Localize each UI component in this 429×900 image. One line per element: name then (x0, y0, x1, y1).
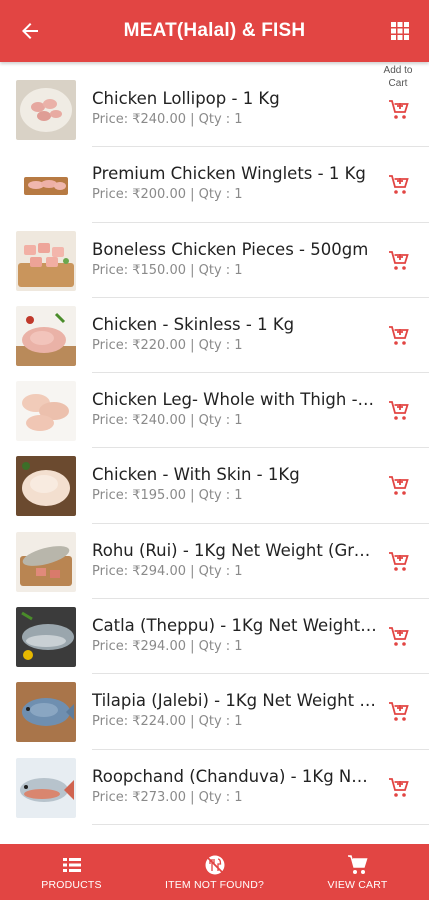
back-arrow-icon[interactable] (18, 19, 42, 43)
product-row[interactable]: Chicken Lollipop - 1 Kg Price: ₹240.00 |… (0, 72, 429, 148)
product-price-qty: Price: ₹224.00 | Qty : 1 (92, 714, 243, 730)
product-image-chicken-winglets (16, 155, 76, 216)
list-icon (62, 857, 81, 872)
product-image-catla-fish (16, 607, 76, 668)
product-name: Premium Chicken Winglets - 1 Kg (92, 164, 366, 184)
product-image-roopchand-fish (16, 757, 76, 818)
product-price-qty: Price: ₹240.00 | Qty : 1 (92, 112, 243, 127)
cart-icon (347, 854, 368, 874)
add-to-cart-icon[interactable] (387, 173, 411, 197)
grid-icon[interactable] (390, 21, 410, 41)
nav-products[interactable]: PRODUCTS (0, 844, 143, 900)
product-name: Catla (Theppu) - 1Kg Net Weight (G... (92, 616, 377, 636)
product-price-qty: Price: ₹150.00 | Qty : 1 (92, 262, 243, 278)
product-name: Rohu (Rui) - 1Kg Net Weight (Gross ... (92, 540, 377, 560)
add-to-cart-icon[interactable] (387, 399, 411, 423)
product-row[interactable]: Chicken - Skinless - 1 Kg Price: ₹220.00… (0, 298, 429, 374)
no-food-icon (205, 855, 224, 874)
product-price-qty: Price: ₹273.00 | Qty : 1 (92, 789, 243, 805)
product-row[interactable]: Chicken - With Skin - 1Kg Price: ₹195.00… (0, 448, 429, 524)
product-price-qty: Price: ₹195.00 | Qty : 1 (92, 488, 243, 504)
product-name: Boneless Chicken Pieces - 500gm (92, 239, 369, 259)
app-header: MEAT(Halal) & FISH (0, 0, 429, 62)
product-name: Chicken - Skinless - 1 Kg (92, 314, 295, 334)
product-price-qty: Price: ₹200.00 | Qty : 1 (92, 187, 243, 203)
product-price-qty: Price: ₹220.00 | Qty : 1 (92, 337, 243, 353)
product-row[interactable]: Rohu (Rui) - 1Kg Net Weight (Gross ... P… (0, 524, 429, 600)
add-to-cart-icon[interactable] (387, 249, 411, 273)
nav-item-not-found-label: ITEM NOT FOUND? (164, 878, 265, 891)
product-name: Chicken Lollipop - 1 Kg (92, 89, 280, 108)
add-to-cart-icon[interactable] (387, 700, 411, 724)
product-image-boneless-chicken (16, 230, 76, 291)
product-price-qty: Price: ₹294.00 | Qty : 1 (92, 563, 243, 579)
product-row[interactable]: Premium Chicken Winglets - 1 Kg Price: ₹… (0, 147, 429, 223)
product-name: Tilapia (Jalebi) - 1Kg Net Weight (G... (92, 691, 377, 711)
product-row[interactable]: Catla (Theppu) - 1Kg Net Weight (G... Pr… (0, 599, 429, 675)
nav-products-label: PRODUCTS (41, 878, 102, 891)
add-to-cart-icon[interactable] (387, 324, 411, 348)
product-name: Chicken Leg- Whole with Thigh - 1 ... (92, 390, 377, 410)
add-to-cart-icon[interactable] (387, 625, 411, 649)
product-image-rohu-fish (16, 531, 76, 592)
add-to-cart-icon[interactable] (387, 550, 411, 574)
bottom-navigation: PRODUCTS ITEM NOT FOUND? VIEW CART (0, 844, 429, 900)
product-image-chicken-with-skin (16, 456, 76, 517)
product-image-chicken-skinless (16, 305, 76, 366)
product-image-chicken-lollipop (16, 80, 76, 140)
product-name: Chicken - With Skin - 1Kg (92, 465, 300, 485)
add-to-cart-icon[interactable] (387, 98, 411, 122)
row-divider (92, 823, 429, 825)
product-list: Chicken Lollipop - 1 Kg Price: ₹240.00 |… (0, 72, 429, 825)
nav-item-not-found[interactable]: ITEM NOT FOUND? (143, 844, 286, 900)
product-row[interactable]: Tilapia (Jalebi) - 1Kg Net Weight (G... … (0, 674, 429, 750)
nav-view-cart[interactable]: VIEW CART (286, 844, 429, 900)
product-row[interactable]: Boneless Chicken Pieces - 500gm Price: ₹… (0, 223, 429, 298)
product-image-chicken-leg (16, 381, 76, 442)
nav-view-cart-label: VIEW CART (327, 878, 388, 891)
product-row[interactable]: Chicken Leg- Whole with Thigh - 1 ... Pr… (0, 373, 429, 449)
product-row[interactable]: Roopchand (Chanduva) - 1Kg Net ... Price… (0, 750, 429, 825)
product-image-tilapia-fish (16, 682, 76, 743)
product-price-qty: Price: ₹294.00 | Qty : 1 (92, 639, 243, 655)
add-to-cart-icon[interactable] (387, 776, 411, 800)
page-title: MEAT(Halal) & FISH (123, 20, 306, 41)
product-name: Roopchand (Chanduva) - 1Kg Net ... (92, 766, 377, 786)
product-price-qty: Price: ₹240.00 | Qty : 1 (92, 413, 243, 429)
add-to-cart-icon[interactable] (387, 474, 411, 498)
